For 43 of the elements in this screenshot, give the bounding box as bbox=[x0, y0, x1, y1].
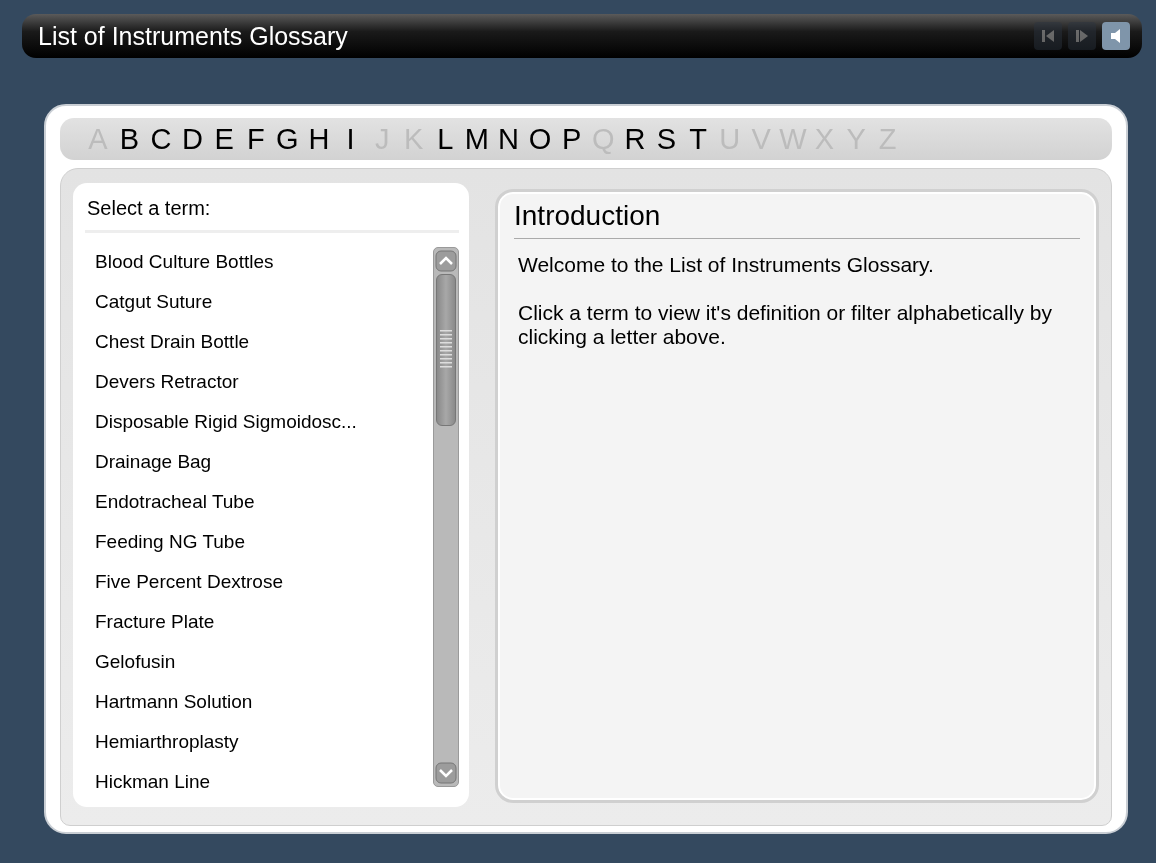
letter-link[interactable]: P bbox=[555, 122, 588, 156]
scroll-up-icon[interactable] bbox=[435, 250, 457, 272]
letter-link[interactable]: C bbox=[145, 122, 177, 156]
term-item[interactable]: Devers Retractor bbox=[85, 367, 429, 407]
definition-text: Click a term to view it's definition or filter alphabetically by clicking a letter above. bbox=[518, 301, 1053, 349]
term-item[interactable]: Blood Culture Bottles bbox=[85, 247, 429, 287]
term-item[interactable]: Gelofusin bbox=[85, 647, 429, 687]
scrollbar[interactable] bbox=[433, 247, 459, 787]
definition-text: Welcome to the List of Instruments Glossary. bbox=[518, 253, 935, 277]
letter-link[interactable]: L bbox=[429, 122, 462, 156]
letter-link[interactable]: B bbox=[113, 122, 146, 156]
letter-link[interactable]: N bbox=[492, 122, 525, 156]
letter-link[interactable]: T bbox=[682, 122, 714, 156]
scroll-down-icon[interactable] bbox=[435, 762, 457, 784]
letter-link[interactable]: R bbox=[619, 122, 651, 156]
term-item[interactable]: Hickman Line bbox=[85, 767, 429, 807]
term-item[interactable]: Drainage Bag bbox=[85, 447, 429, 487]
letter-link[interactable]: O bbox=[524, 122, 556, 156]
window-title: List of Instruments Glossary bbox=[38, 21, 349, 51]
letter-link[interactable]: D bbox=[176, 122, 209, 156]
letter-link[interactable]: M bbox=[461, 122, 493, 156]
term-heading: Select a term: bbox=[85, 193, 459, 233]
previous-icon bbox=[1041, 28, 1055, 44]
speaker-icon bbox=[1109, 28, 1123, 44]
scroll-thumb[interactable] bbox=[436, 274, 456, 426]
letter-link[interactable]: G bbox=[271, 122, 304, 156]
term-item[interactable]: Catgut Suture bbox=[85, 287, 429, 327]
term-item[interactable]: Fracture Plate bbox=[85, 607, 429, 647]
letter-link[interactable]: E bbox=[208, 122, 240, 156]
term-item[interactable]: Feeding NG Tube bbox=[85, 527, 429, 567]
term-item[interactable]: Chest Drain Bottle bbox=[85, 327, 429, 367]
term-item[interactable]: Endotracheal Tube bbox=[85, 487, 429, 527]
definition-title: Introduction bbox=[514, 200, 1080, 239]
letter-link[interactable]: F bbox=[239, 122, 272, 156]
term-item[interactable]: Five Percent Dextrose bbox=[85, 567, 429, 607]
term-item[interactable]: Hartmann Solution bbox=[85, 687, 429, 727]
letter-link[interactable]: I bbox=[334, 122, 367, 156]
next-icon bbox=[1075, 28, 1089, 44]
letter-link[interactable]: H bbox=[303, 122, 335, 156]
letter-link[interactable]: S bbox=[650, 122, 683, 156]
audio-button[interactable] bbox=[1102, 22, 1130, 50]
term-item[interactable]: Disposable Rigid Sigmoidosc... bbox=[85, 407, 429, 447]
term-item[interactable]: Hemiarthroplasty bbox=[85, 727, 429, 767]
